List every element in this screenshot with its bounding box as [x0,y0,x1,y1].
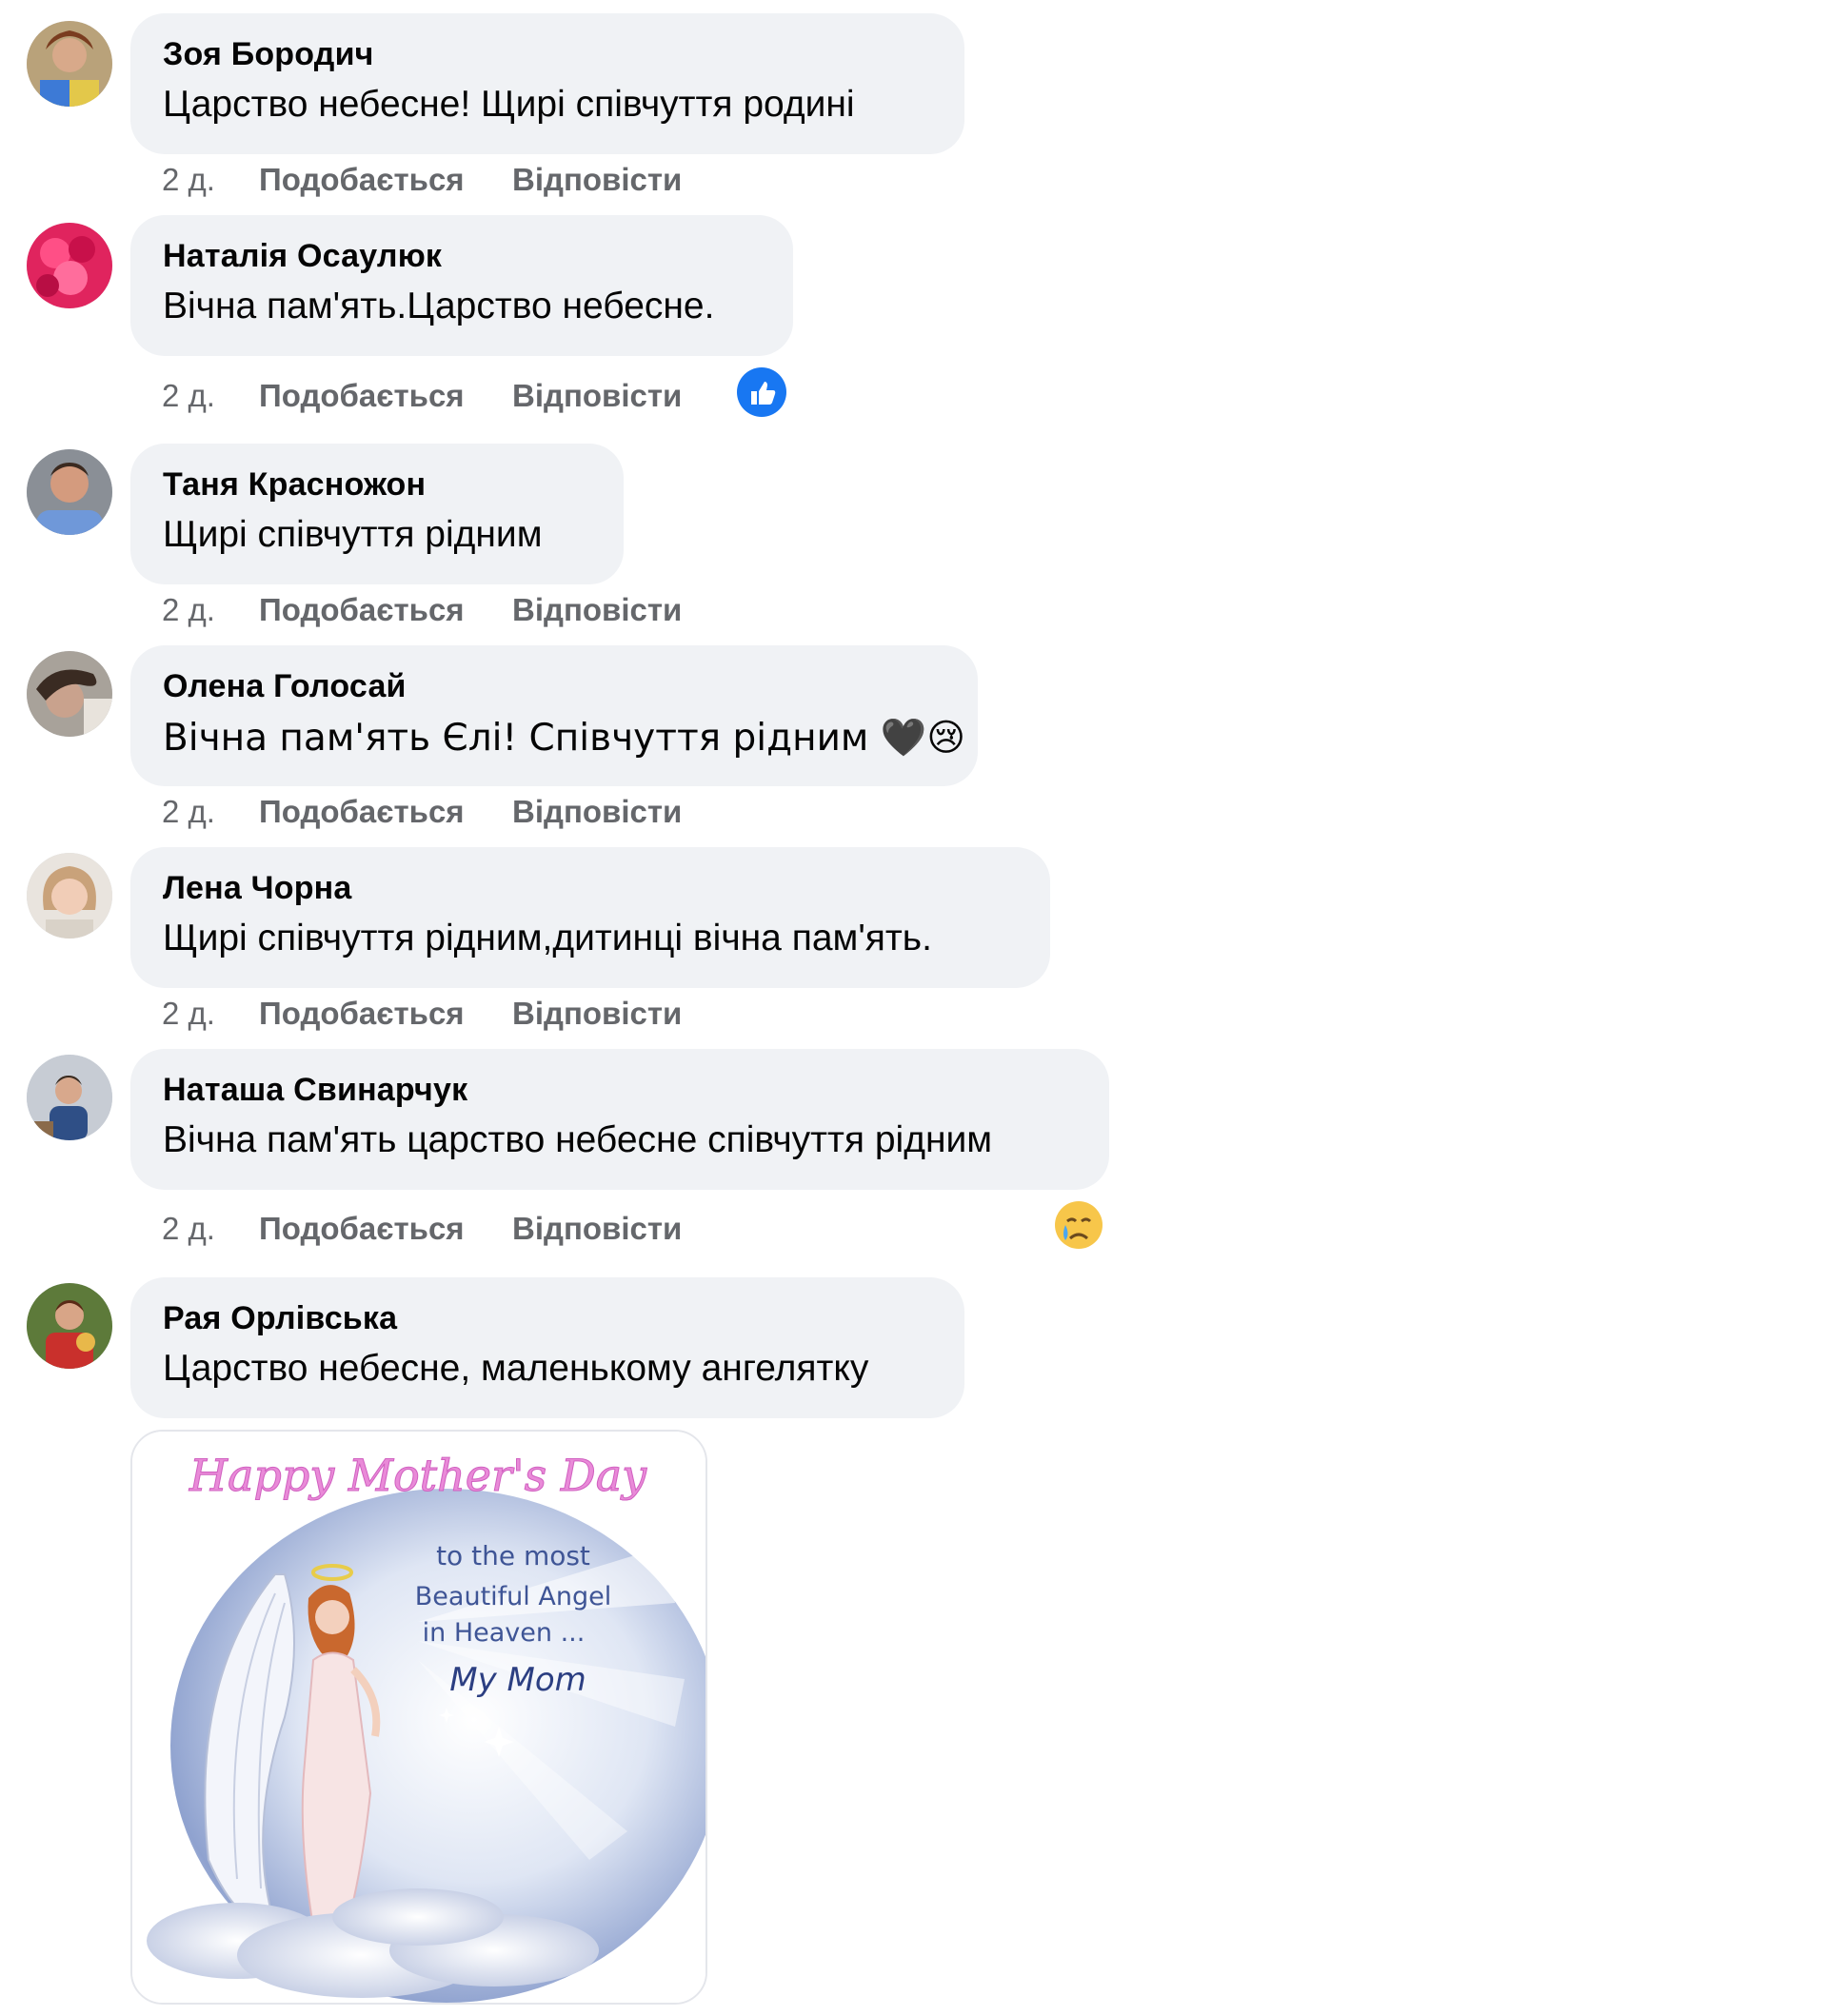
avatar[interactable] [27,1055,112,1140]
comment-time[interactable]: 2 д. [162,378,215,414]
reply-button[interactable]: Відповісти [512,794,682,830]
comment-bubble: Олена Голосай Вічна пам'ять Єлі! Співчут… [130,645,978,786]
crying-face-icon[interactable] [1052,1198,1105,1252]
comment-bubble: Лена Чорна Щирі співчуття рідним,дитинці… [130,847,1050,988]
comment-text: Царство небесне! Щирі співчуття родині [163,84,855,125]
comment-text: Вічна пам'ять.Царство небесне. [163,286,715,326]
comment-time[interactable]: 2 д. [162,1211,215,1247]
like-icon[interactable] [735,366,788,419]
comment-bubble: Наташа Свинарчук Вічна пам'ять царство н… [130,1049,1109,1190]
card-line-3: in Heaven ... [423,1618,586,1648]
comment-bubble: Зоя Бородич Царство небесне! Щирі співчу… [130,13,964,154]
mothers-day-angel-card: Happy Mother's Day to the most Beautiful… [132,1432,705,2003]
comment-bubble: Наталія Осаулюк Вічна пам'ять.Царство не… [130,215,793,356]
comment-text: Царство небесне, маленькому ангелятку [163,1348,869,1389]
avatar[interactable] [27,449,112,535]
comment-author[interactable]: Олена Голосай [163,668,407,705]
comment-time[interactable]: 2 д. [162,996,215,1032]
comment-bubble: Таня Красножон Щирі співчуття рідним [130,444,624,584]
avatar[interactable] [27,1283,112,1369]
avatar[interactable] [27,223,112,308]
comment-bubble: Рая Орлівська Царство небесне, маленьком… [130,1277,964,1418]
comment-author[interactable]: Наталія Осаулюк [163,238,442,275]
comment-time[interactable]: 2 д. [162,592,215,628]
like-button[interactable]: Подобається [259,592,465,628]
comment-author[interactable]: Рая Орлівська [163,1300,397,1337]
avatar[interactable] [27,651,112,737]
comment-author[interactable]: Зоя Бородич [163,36,374,73]
comment-text: Вічна пам'ять Єлі! Співчуття рідним 🖤😢 [163,717,965,760]
card-line-1: to the most [436,1540,590,1571]
comment-time[interactable]: 2 д. [162,794,215,830]
reply-button[interactable]: Відповісти [512,592,682,628]
reply-button[interactable]: Відповісти [512,996,682,1032]
reply-button[interactable]: Відповісти [512,1211,682,1247]
comment-text: Вічна пам'ять царство небесне співчуття … [163,1119,993,1160]
card-line-2: Beautiful Angel [415,1582,611,1611]
card-line-4: My Mom [449,1661,586,1699]
comment-author[interactable]: Таня Красножон [163,466,426,504]
comment-text: Щирі співчуття рідним [163,514,543,555]
like-button[interactable]: Подобається [259,378,465,414]
like-button[interactable]: Подобається [259,996,465,1032]
reply-button[interactable]: Відповісти [512,162,682,198]
reply-button[interactable]: Відповісти [512,378,682,414]
like-button[interactable]: Подобається [259,794,465,830]
like-button[interactable]: Подобається [259,162,465,198]
like-button[interactable]: Подобається [259,1211,465,1247]
comment-author[interactable]: Наташа Свинарчук [163,1072,467,1109]
comment-text: Щирі співчуття рідним,дитинці вічна пам'… [163,918,932,959]
avatar[interactable] [27,853,112,939]
comment-author[interactable]: Лена Чорна [163,870,352,907]
card-title: Happy Mother's Day [189,1450,647,1501]
comment-time[interactable]: 2 д. [162,162,215,198]
avatar[interactable] [27,21,112,107]
attached-image[interactable]: Happy Mother's Day to the most Beautiful… [130,1430,707,2005]
